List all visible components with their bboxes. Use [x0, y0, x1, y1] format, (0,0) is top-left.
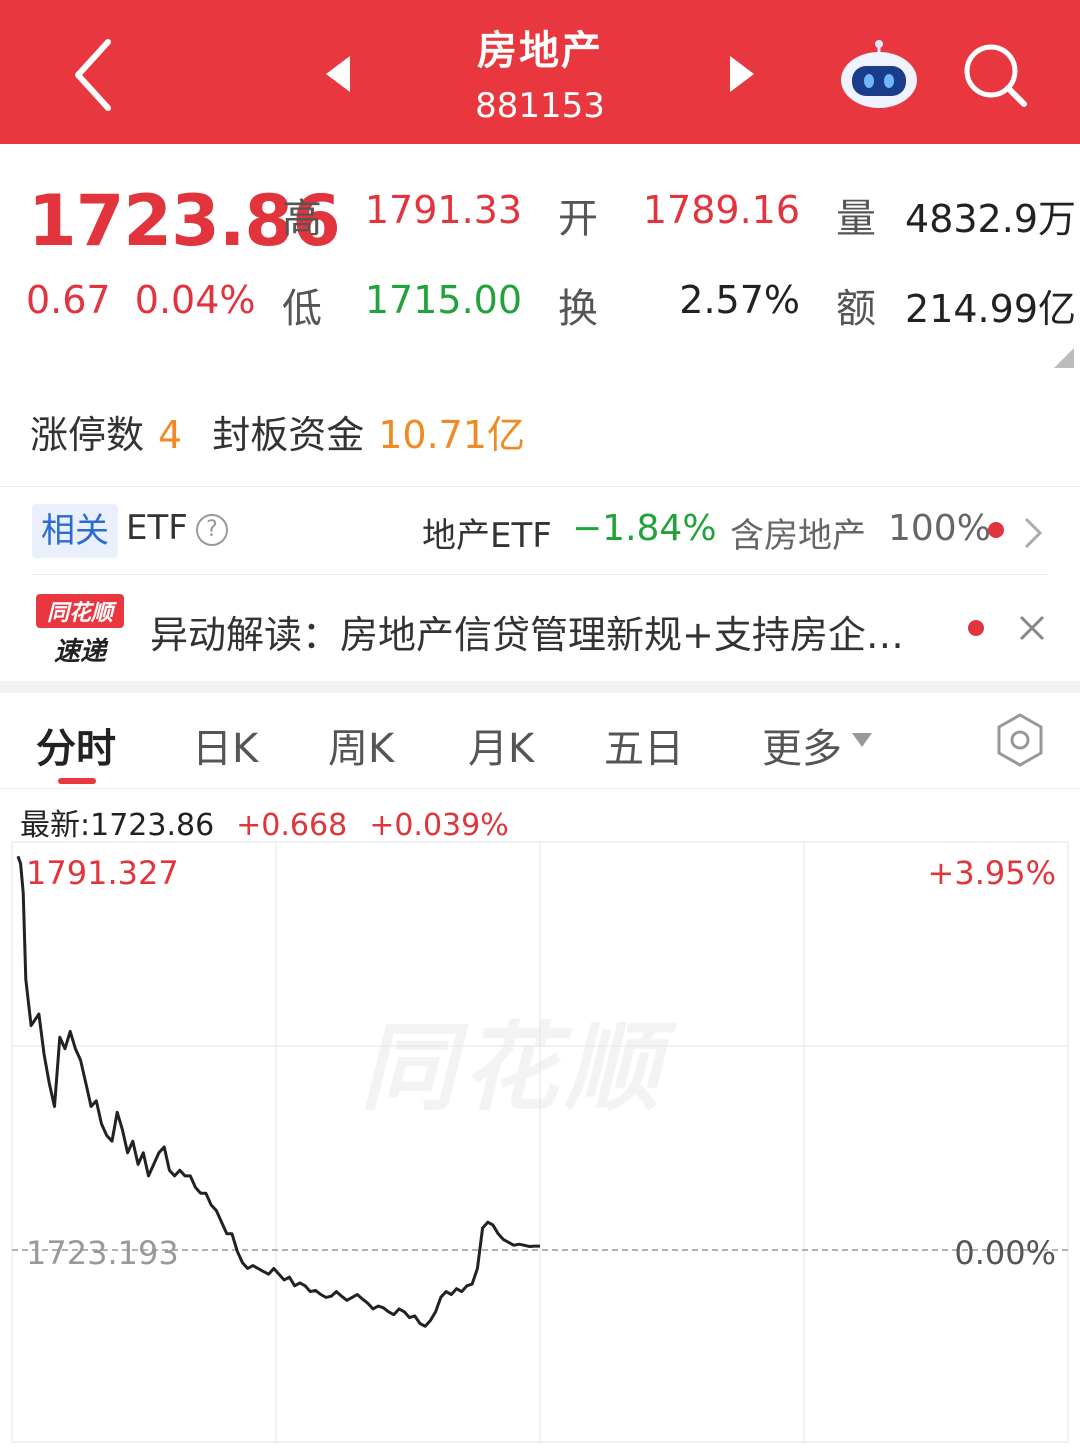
top-bar: 房地产 881153 — [0, 0, 1080, 144]
section-separator — [0, 681, 1080, 693]
etf-change: −1.84% — [572, 508, 717, 549]
change-value: 0.67 — [26, 278, 111, 322]
expand-corner-icon[interactable] — [1054, 348, 1074, 368]
chevron-right-icon[interactable] — [1022, 516, 1044, 550]
related-tag: 相关 — [32, 504, 118, 558]
divider — [0, 486, 1080, 487]
divider — [0, 788, 1080, 789]
turnover-label: 换 — [558, 286, 598, 332]
divider — [32, 574, 1048, 575]
seal-fund-label: 封板资金 — [212, 413, 365, 457]
amount-label: 额 — [836, 286, 876, 332]
amount-value: 214.99亿 — [905, 287, 1076, 331]
tab-daily-k[interactable]: 日K — [192, 716, 258, 774]
limit-up-count: 4 — [158, 413, 183, 457]
etf-label: ETF — [126, 508, 188, 548]
unread-dot — [968, 620, 984, 636]
open-label: 开 — [558, 196, 598, 242]
y-base-label: 1723.193 — [26, 1234, 179, 1272]
active-tab-indicator — [58, 778, 96, 784]
price-change: 0.67 0.04% — [26, 278, 256, 322]
back-arrow-icon[interactable] — [62, 30, 132, 120]
logo-top-text: 同花顺 — [47, 601, 117, 626]
volume-label: 量 — [836, 196, 876, 242]
logo-bottom-text: 速递 — [54, 637, 109, 666]
etf-ratio: 100% — [888, 508, 991, 549]
high-value: 1791.33 — [364, 188, 522, 232]
etf-contains-label: 含房地产 — [730, 516, 866, 556]
change-percent: 0.04% — [134, 278, 256, 322]
y-base-pct-label: 0.00% — [954, 1234, 1056, 1272]
y-max-pct-label: +3.95% — [927, 854, 1056, 892]
prev-triangle-icon[interactable] — [318, 52, 358, 96]
open-value: 1789.16 — [642, 188, 800, 232]
unread-dot — [988, 522, 1004, 538]
tab-weekly-k[interactable]: 周K — [328, 716, 394, 774]
news-headline[interactable]: 异动解读：房地产信贷管理新规+支持房企… — [150, 604, 950, 659]
stock-code: 881153 — [475, 86, 605, 126]
chart-grid — [11, 841, 1069, 1443]
page-title: 房地产 — [477, 28, 603, 74]
tab-five-day[interactable]: 五日 — [604, 716, 684, 774]
robot-assistant-icon[interactable] — [836, 38, 922, 110]
tab-monthly-k[interactable]: 月K — [468, 716, 534, 774]
help-circle-icon[interactable]: ? — [196, 514, 228, 546]
seal-fund-value: 10.71亿 — [378, 413, 526, 457]
close-icon[interactable] — [1016, 612, 1048, 644]
limit-up-row: 涨停数 4 封板资金 10.71亿 — [30, 404, 539, 459]
intraday-line-chart[interactable] — [0, 838, 1080, 1448]
tonghuashun-express-logo: 同花顺 速递 — [36, 594, 124, 666]
high-label: 高 — [282, 196, 322, 242]
tab-intraday[interactable]: 分时 — [36, 716, 116, 774]
dropdown-triangle-icon[interactable] — [850, 730, 874, 750]
low-value: 1715.00 — [364, 278, 522, 322]
etf-name[interactable]: 地产ETF — [422, 508, 552, 557]
y-max-label: 1791.327 — [26, 854, 179, 892]
settings-hexagon-icon[interactable] — [994, 712, 1046, 768]
low-label: 低 — [282, 286, 322, 332]
volume-value: 4832.9万 — [905, 197, 1076, 241]
turnover-value: 2.57% — [679, 278, 800, 322]
search-icon[interactable] — [960, 40, 1030, 110]
tab-more[interactable]: 更多 — [762, 716, 842, 774]
limit-up-count-label: 涨停数 — [30, 413, 145, 457]
next-triangle-icon[interactable] — [722, 52, 762, 96]
